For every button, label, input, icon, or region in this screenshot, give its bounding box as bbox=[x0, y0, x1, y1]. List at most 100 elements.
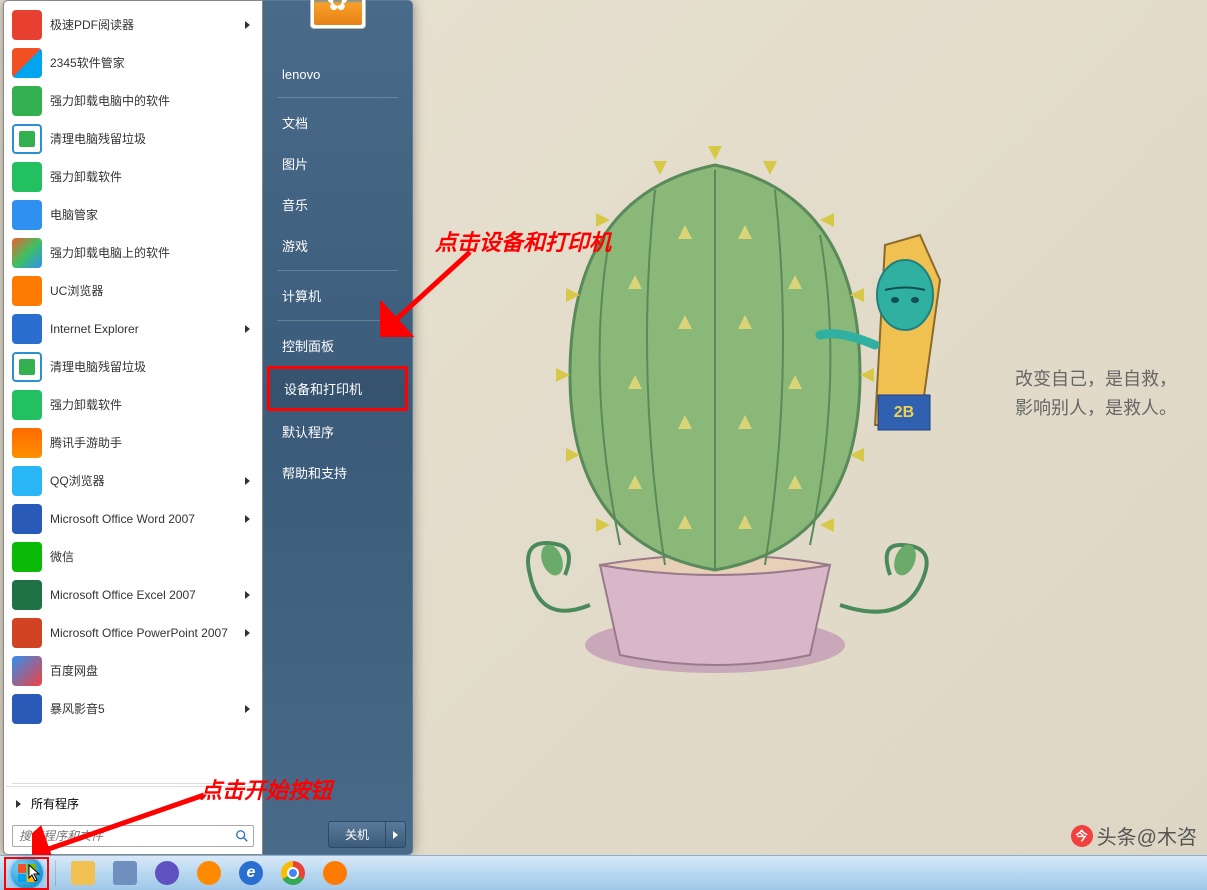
right-separator bbox=[277, 320, 398, 321]
program-item-pdf-reader-icon[interactable]: 极速PDF阅读器 bbox=[6, 6, 260, 44]
program-label: 电脑管家 bbox=[50, 208, 254, 222]
right-item-help-support[interactable]: 帮助和支持 bbox=[267, 452, 408, 493]
colorful-uninstall-icon bbox=[12, 238, 42, 268]
taskbar: e bbox=[0, 855, 1207, 890]
program-item-uninstall-green-icon[interactable]: 强力卸载软件 bbox=[6, 158, 260, 196]
program-item-ie-icon[interactable]: Internet Explorer bbox=[6, 310, 260, 348]
right-item-documents[interactable]: 文档 bbox=[267, 102, 408, 143]
right-item-devices-printers[interactable]: 设备和打印机 bbox=[267, 366, 408, 411]
program-item-excel-icon[interactable]: Microsoft Office Excel 2007 bbox=[6, 576, 260, 614]
clean-icon bbox=[12, 124, 42, 154]
submenu-arrow-icon bbox=[245, 515, 250, 523]
program-label: QQ浏览器 bbox=[50, 474, 245, 488]
firefox-icon[interactable] bbox=[314, 858, 356, 888]
taskbar-separator bbox=[55, 860, 56, 886]
watermark: 今 头条@木咨 bbox=[1071, 821, 1197, 850]
program-item-powerpoint-icon[interactable]: Microsoft Office PowerPoint 2007 bbox=[6, 614, 260, 652]
right-item-pictures[interactable]: 图片 bbox=[267, 143, 408, 184]
shutdown-label: 关机 bbox=[329, 822, 386, 847]
program-label: 强力卸载软件 bbox=[50, 398, 254, 412]
media-player-icon[interactable] bbox=[188, 858, 230, 888]
pc-manager-icon bbox=[12, 200, 42, 230]
right-item-control-panel[interactable]: 控制面板 bbox=[267, 325, 408, 366]
start-button[interactable] bbox=[4, 857, 49, 890]
program-item-clean-icon-2[interactable]: 清理电脑残留垃圾 bbox=[6, 348, 260, 386]
ie-icon bbox=[12, 314, 42, 344]
right-item-music[interactable]: 音乐 bbox=[267, 184, 408, 225]
qq-browser-icon bbox=[12, 466, 42, 496]
wallpaper-quote: 改变自己，是自救， 影响别人，是救人。 bbox=[1015, 365, 1177, 423]
ie-taskbar-icon-glyph: e bbox=[239, 861, 263, 885]
user-picture-frame[interactable]: ✿ bbox=[310, 0, 366, 29]
search-input[interactable] bbox=[12, 825, 254, 847]
all-programs-label: 所有程序 bbox=[31, 795, 79, 812]
program-item-word-icon[interactable]: Microsoft Office Word 2007 bbox=[6, 500, 260, 538]
toutiao-icon: 今 bbox=[1071, 825, 1093, 847]
uninstall-icon bbox=[12, 86, 42, 116]
all-programs[interactable]: 所有程序 bbox=[6, 786, 260, 820]
program-item-software-mgr-2345-icon[interactable]: 2345软件管家 bbox=[6, 44, 260, 82]
pencil-label: 2B bbox=[894, 404, 914, 421]
program-label: Internet Explorer bbox=[50, 322, 245, 336]
program-item-tencent-game-icon[interactable]: 腾讯手游助手 bbox=[6, 424, 260, 462]
program-item-wechat-icon[interactable]: 微信 bbox=[6, 538, 260, 576]
wallpaper-illustration: 2B bbox=[480, 115, 950, 705]
clean-icon-2 bbox=[12, 352, 42, 382]
program-list: 极速PDF阅读器2345软件管家强力卸载电脑中的软件清理电脑残留垃圾强力卸载软件… bbox=[6, 6, 260, 781]
powerpoint-icon bbox=[12, 618, 42, 648]
magnifier-icon-glyph bbox=[155, 861, 179, 885]
media-player-icon-glyph bbox=[197, 861, 221, 885]
program-item-uninstall-icon[interactable]: 强力卸载电脑中的软件 bbox=[6, 82, 260, 120]
program-item-uninstall-green-2-icon[interactable]: 强力卸载软件 bbox=[6, 386, 260, 424]
uninstall-green-2-icon bbox=[12, 390, 42, 420]
right-separator bbox=[277, 97, 398, 98]
baidu-pan-icon bbox=[12, 656, 42, 686]
right-item-default-programs[interactable]: 默认程序 bbox=[267, 411, 408, 452]
program-item-pc-manager-icon[interactable]: 电脑管家 bbox=[6, 196, 260, 234]
program-label: 极速PDF阅读器 bbox=[50, 18, 245, 32]
windows-orb-icon bbox=[11, 857, 43, 889]
program-label: 2345软件管家 bbox=[50, 56, 254, 70]
submenu-arrow-icon bbox=[245, 325, 250, 333]
software-mgr-2345-icon bbox=[12, 48, 42, 78]
search-row bbox=[6, 820, 260, 852]
submenu-arrow-icon bbox=[245, 591, 250, 599]
program-label: 腾讯手游助手 bbox=[50, 436, 254, 450]
program-label: Microsoft Office Word 2007 bbox=[50, 512, 245, 526]
right-item-computer[interactable]: 计算机 bbox=[267, 275, 408, 316]
submenu-arrow-icon bbox=[245, 705, 250, 713]
excel-icon bbox=[12, 580, 42, 610]
ie-taskbar-icon[interactable]: e bbox=[230, 858, 272, 888]
program-item-qq-browser-icon[interactable]: QQ浏览器 bbox=[6, 462, 260, 500]
explorer-icon[interactable] bbox=[62, 858, 104, 888]
chevron-right-icon bbox=[393, 831, 398, 839]
program-label: 强力卸载电脑上的软件 bbox=[50, 246, 254, 260]
program-item-uc-browser-icon[interactable]: UC浏览器 bbox=[6, 272, 260, 310]
submenu-arrow-icon bbox=[245, 477, 250, 485]
shutdown-dropdown[interactable] bbox=[386, 822, 405, 847]
right-item-games[interactable]: 游戏 bbox=[267, 225, 408, 266]
magnifier-icon[interactable] bbox=[146, 858, 188, 888]
tencent-game-icon bbox=[12, 428, 42, 458]
calculator-icon[interactable] bbox=[104, 858, 146, 888]
program-item-baidu-pan-icon[interactable]: 百度网盘 bbox=[6, 652, 260, 690]
program-label: Microsoft Office PowerPoint 2007 bbox=[50, 626, 245, 640]
chrome-icon-glyph bbox=[281, 861, 305, 885]
chrome-icon[interactable] bbox=[272, 858, 314, 888]
calculator-icon-glyph bbox=[113, 861, 137, 885]
program-label: 清理电脑残留垃圾 bbox=[50, 360, 254, 374]
firefox-icon-glyph bbox=[323, 861, 347, 885]
start-menu-left-panel: 极速PDF阅读器2345软件管家强力卸载电脑中的软件清理电脑残留垃圾强力卸载软件… bbox=[3, 0, 263, 855]
program-item-baofeng-icon[interactable]: 暴风影音5 bbox=[6, 690, 260, 728]
program-label: 暴风影音5 bbox=[50, 702, 245, 716]
program-label: 百度网盘 bbox=[50, 664, 254, 678]
program-label: 强力卸载电脑中的软件 bbox=[50, 94, 254, 108]
program-item-clean-icon[interactable]: 清理电脑残留垃圾 bbox=[6, 120, 260, 158]
pdf-reader-icon bbox=[12, 10, 42, 40]
right-separator bbox=[277, 270, 398, 271]
shutdown-button[interactable]: 关机 bbox=[328, 821, 406, 848]
right-item-user-folder[interactable]: lenovo bbox=[267, 56, 408, 93]
separator bbox=[12, 783, 254, 784]
start-menu-right-panel: ✿ lenovo 文档图片音乐游戏计算机控制面板设备和打印机默认程序帮助和支持 关… bbox=[263, 0, 413, 855]
program-item-colorful-uninstall-icon[interactable]: 强力卸载电脑上的软件 bbox=[6, 234, 260, 272]
